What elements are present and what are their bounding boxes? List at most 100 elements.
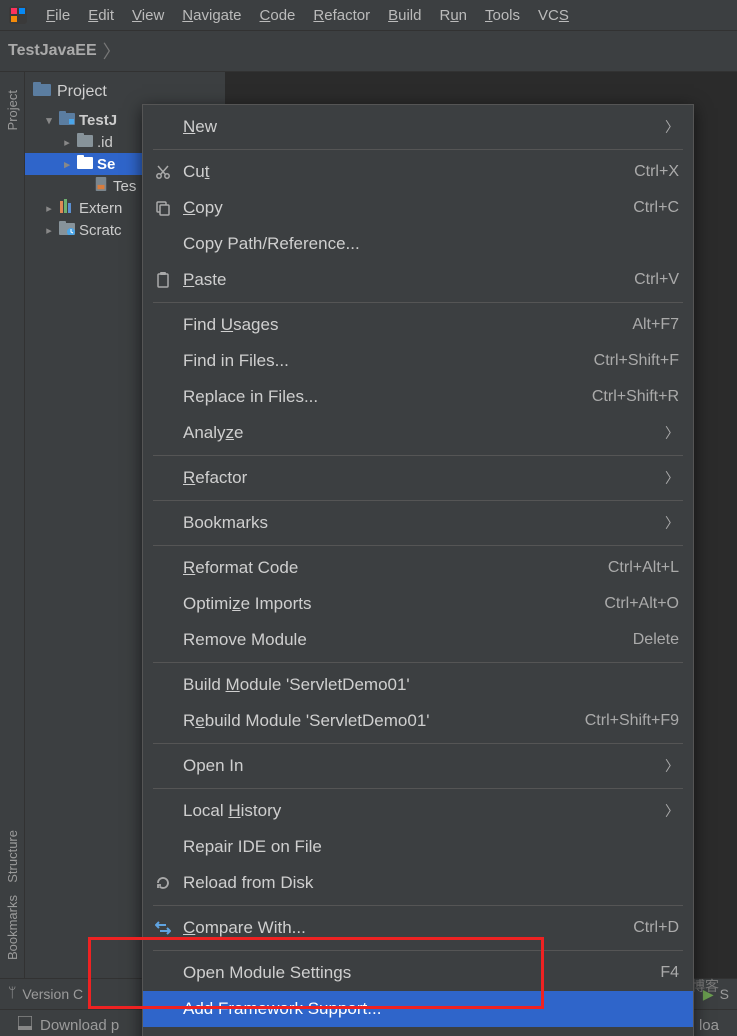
- menu-icon-placeholder: [153, 675, 173, 695]
- menu-item[interactable]: Local History〉: [143, 793, 693, 829]
- menu-item[interactable]: Refactor〉: [143, 460, 693, 496]
- menu-navigate[interactable]: Navigate: [182, 7, 241, 24]
- menu-item[interactable]: Rebuild Module 'ServletDemo01'Ctrl+Shift…: [143, 703, 693, 739]
- menu-item[interactable]: Remove ModuleDelete: [143, 622, 693, 658]
- copy-icon: [153, 198, 173, 218]
- menu-separator: [153, 662, 683, 663]
- menubar: File Edit View Navigate Code Refactor Bu…: [0, 0, 737, 31]
- menu-item-shortcut: Ctrl+Alt+L: [608, 559, 679, 577]
- submenu-arrow-icon: 〉: [665, 513, 679, 533]
- menu-icon-placeholder: [153, 837, 173, 857]
- menu-build[interactable]: Build: [388, 7, 421, 24]
- menu-item[interactable]: New〉: [143, 109, 693, 145]
- menu-item-shortcut: Ctrl+X: [634, 163, 679, 181]
- toolwindow-services-label[interactable]: S: [720, 986, 729, 1002]
- menu-item-shortcut: Ctrl+D: [633, 919, 679, 937]
- menu-item[interactable]: Add Framework Support...: [143, 991, 693, 1027]
- menu-item[interactable]: Bookmarks〉: [143, 505, 693, 541]
- menu-item[interactable]: Replace in Files...Ctrl+Shift+R: [143, 379, 693, 415]
- toolwindow-project-tab[interactable]: Project: [5, 90, 20, 130]
- toolwindow-bookmarks-tab[interactable]: Bookmarks: [5, 895, 20, 960]
- menu-item-label: Add Framework Support...: [183, 999, 679, 1019]
- menu-item-shortcut: Ctrl+Alt+O: [604, 595, 679, 613]
- menu-item[interactable]: Repair IDE on File: [143, 829, 693, 865]
- menu-item[interactable]: Open In〉: [143, 748, 693, 784]
- menu-separator: [153, 950, 683, 951]
- menu-item-label: Remove Module: [183, 630, 633, 650]
- menu-item-label: Find in Files...: [183, 351, 594, 371]
- tree-node-icon: [93, 177, 109, 195]
- tree-arrow-icon[interactable]: [61, 158, 73, 171]
- tree-arrow-icon[interactable]: [43, 114, 55, 127]
- menu-item-shortcut: Ctrl+Shift+F9: [585, 712, 679, 730]
- status-message: Download p: [40, 1017, 119, 1034]
- menu-item-label: Bookmarks: [183, 513, 665, 533]
- menu-item[interactable]: Find in Files...Ctrl+Shift+F: [143, 343, 693, 379]
- menu-item-shortcut: Ctrl+V: [634, 271, 679, 289]
- menu-item-shortcut: Ctrl+C: [633, 199, 679, 217]
- menu-item-label: Paste: [183, 270, 634, 290]
- menu-item[interactable]: Analyze〉: [143, 415, 693, 451]
- submenu-arrow-icon: 〉: [665, 801, 679, 821]
- tree-node-label: Tes: [113, 178, 136, 195]
- menu-item-label: Build Module 'ServletDemo01': [183, 675, 679, 695]
- menu-item-label: Compare With...: [183, 918, 633, 938]
- menu-file[interactable]: File: [46, 7, 70, 24]
- menu-item[interactable]: Build Module 'ServletDemo01': [143, 667, 693, 703]
- tree-arrow-icon[interactable]: [43, 224, 55, 237]
- menu-icon-placeholder: [153, 387, 173, 407]
- navigation-bar: TestJavaEE 〉: [0, 31, 737, 72]
- menu-item-shortcut: F4: [660, 964, 679, 982]
- menu-item[interactable]: Find UsagesAlt+F7: [143, 307, 693, 343]
- menu-view[interactable]: View: [132, 7, 164, 24]
- vcs-branch-icon: ᛘ: [8, 986, 16, 1002]
- menu-item[interactable]: Open Module SettingsF4: [143, 955, 693, 991]
- menu-separator: [153, 743, 683, 744]
- menu-item[interactable]: CopyCtrl+C: [143, 190, 693, 226]
- menu-item-label: Rebuild Module 'ServletDemo01': [183, 711, 585, 731]
- menu-separator: [153, 788, 683, 789]
- menu-item-label: Reformat Code: [183, 558, 608, 578]
- project-panel-icon: [33, 82, 51, 101]
- menu-icon-placeholder: [153, 315, 173, 335]
- menu-item[interactable]: Copy Path/Reference...: [143, 226, 693, 262]
- menu-item-label: Copy Path/Reference...: [183, 234, 679, 254]
- status-bar-toggle-icon[interactable]: [18, 1016, 32, 1034]
- menu-icon-placeholder: [153, 117, 173, 137]
- project-panel-title: Project: [57, 83, 107, 101]
- menu-item[interactable]: Reformat CodeCtrl+Alt+L: [143, 550, 693, 586]
- project-panel-header[interactable]: Project: [25, 78, 225, 105]
- app-logo-icon: [8, 5, 28, 25]
- menu-vcs[interactable]: VCS: [538, 7, 569, 24]
- breadcrumb-root[interactable]: TestJavaEE: [8, 42, 97, 60]
- compare-icon: [153, 918, 173, 938]
- context-menu: New〉 CutCtrl+XCopyCtrl+C Copy Path/Referen…: [142, 104, 694, 1036]
- menu-tools[interactable]: Tools: [485, 7, 520, 24]
- menu-refactor[interactable]: Refactor: [313, 7, 370, 24]
- tree-node-label: Se: [97, 156, 115, 173]
- menu-icon-placeholder: [153, 630, 173, 650]
- menu-icon-placeholder: [153, 594, 173, 614]
- menu-run[interactable]: Run: [439, 7, 467, 24]
- tree-node-label: Scratc: [79, 222, 122, 239]
- menu-item-label: Reload from Disk: [183, 873, 679, 893]
- tree-node-label: TestJ: [79, 112, 117, 129]
- menu-item[interactable]: PasteCtrl+V: [143, 262, 693, 298]
- menu-item[interactable]: Load/Unload Modules...: [143, 1027, 693, 1036]
- menu-item-label: Open In: [183, 756, 665, 776]
- menu-item[interactable]: Compare With...Ctrl+D: [143, 910, 693, 946]
- toolwindow-vcs-tab[interactable]: Version C: [22, 986, 83, 1002]
- tree-arrow-icon[interactable]: [61, 136, 73, 149]
- menu-item-shortcut: Ctrl+Shift+R: [592, 388, 679, 406]
- menu-edit[interactable]: Edit: [88, 7, 114, 24]
- toolwindow-structure-tab[interactable]: Structure: [5, 830, 20, 883]
- menu-item[interactable]: CutCtrl+X: [143, 154, 693, 190]
- menu-item[interactable]: Reload from Disk: [143, 865, 693, 901]
- menu-separator: [153, 545, 683, 546]
- cut-icon: [153, 162, 173, 182]
- menu-icon-placeholder: [153, 558, 173, 578]
- menu-item[interactable]: Optimize ImportsCtrl+Alt+O: [143, 586, 693, 622]
- tree-arrow-icon[interactable]: [43, 202, 55, 215]
- menu-code[interactable]: Code: [260, 7, 296, 24]
- menu-icon-placeholder: [153, 963, 173, 983]
